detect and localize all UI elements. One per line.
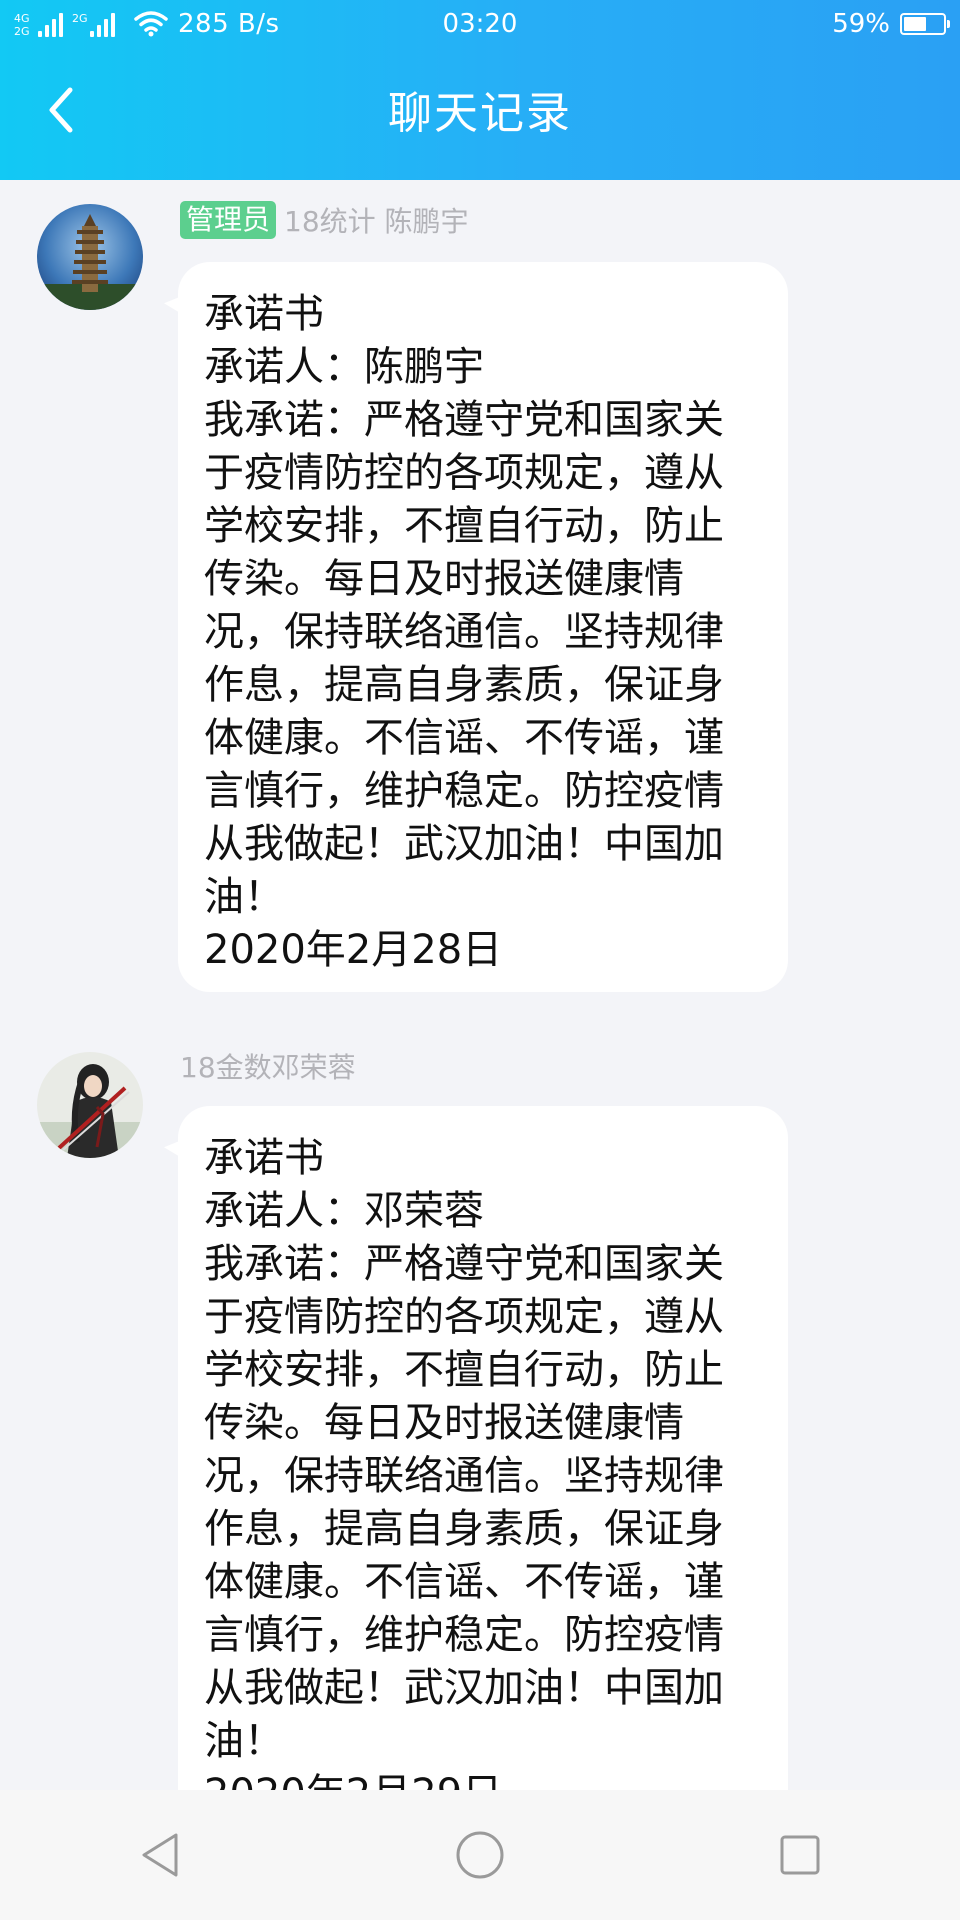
chat-message: 管理员 18统计 陈鹏宇 承诺书 承诺人：陈鹏宇 我承诺：严格遵守党和国家关于疫… xyxy=(0,180,960,1000)
nav-home-button[interactable] xyxy=(440,1815,520,1895)
chat-history[interactable]: 管理员 18统计 陈鹏宇 承诺书 承诺人：陈鹏宇 我承诺：严格遵守党和国家关于疫… xyxy=(0,180,960,1790)
battery-icon xyxy=(900,13,950,35)
home-circle-icon xyxy=(456,1831,504,1879)
title-bar: 聊天记录 xyxy=(0,48,960,180)
sender-name: 18统计 陈鹏宇 xyxy=(284,205,469,238)
nav-recents-button[interactable] xyxy=(760,1815,840,1895)
status-time: 03:20 xyxy=(442,9,518,39)
message-text: 承诺书 承诺人：陈鹏宇 我承诺：严格遵守党和国家关于疫情防控的各项规定，遵从学校… xyxy=(204,291,724,973)
status-right: 59% xyxy=(832,0,950,48)
message-bubble[interactable]: 承诺书 承诺人：陈鹏宇 我承诺：严格遵守党和国家关于疫情防控的各项规定，遵从学校… xyxy=(164,262,788,992)
sender-line: 18金数邓荣蓉 xyxy=(180,1046,356,1086)
app-header: 4G 2G 2G 285 B/s 03:20 59% 聊天记录 xyxy=(0,0,960,180)
sender-name: 18金数邓荣蓉 xyxy=(180,1051,356,1084)
chat-message: 18金数邓荣蓉 承诺书 承诺人：邓荣蓉 我承诺：严格遵守党和国家关于疫情防控的各… xyxy=(0,1040,960,1790)
page-title: 聊天记录 xyxy=(388,88,572,139)
role-badge: 管理员 xyxy=(180,201,277,239)
swordsman-avatar-icon xyxy=(37,1052,143,1158)
bubble-tail xyxy=(164,292,192,320)
pagoda-avatar-icon xyxy=(37,204,143,310)
back-triangle-icon xyxy=(142,1833,178,1877)
system-nav-bar xyxy=(0,1790,960,1920)
bubble-tail xyxy=(164,1136,192,1164)
status-bar: 4G 2G 2G 285 B/s 03:20 59% xyxy=(0,0,960,48)
message-text: 承诺书 承诺人：邓荣蓉 我承诺：严格遵守党和国家关于疫情防控的各项规定，遵从学校… xyxy=(204,1135,724,1790)
recents-square-icon xyxy=(780,1835,820,1875)
nav-back-button[interactable] xyxy=(120,1815,200,1895)
avatar[interactable] xyxy=(37,204,143,310)
battery-fill xyxy=(904,17,927,31)
message-bubble[interactable]: 承诺书 承诺人：邓荣蓉 我承诺：严格遵守党和国家关于疫情防控的各项规定，遵从学校… xyxy=(164,1106,788,1790)
battery-percent: 59% xyxy=(832,9,890,39)
avatar[interactable] xyxy=(37,1052,143,1158)
sender-line: 管理员 18统计 陈鹏宇 xyxy=(180,200,469,240)
